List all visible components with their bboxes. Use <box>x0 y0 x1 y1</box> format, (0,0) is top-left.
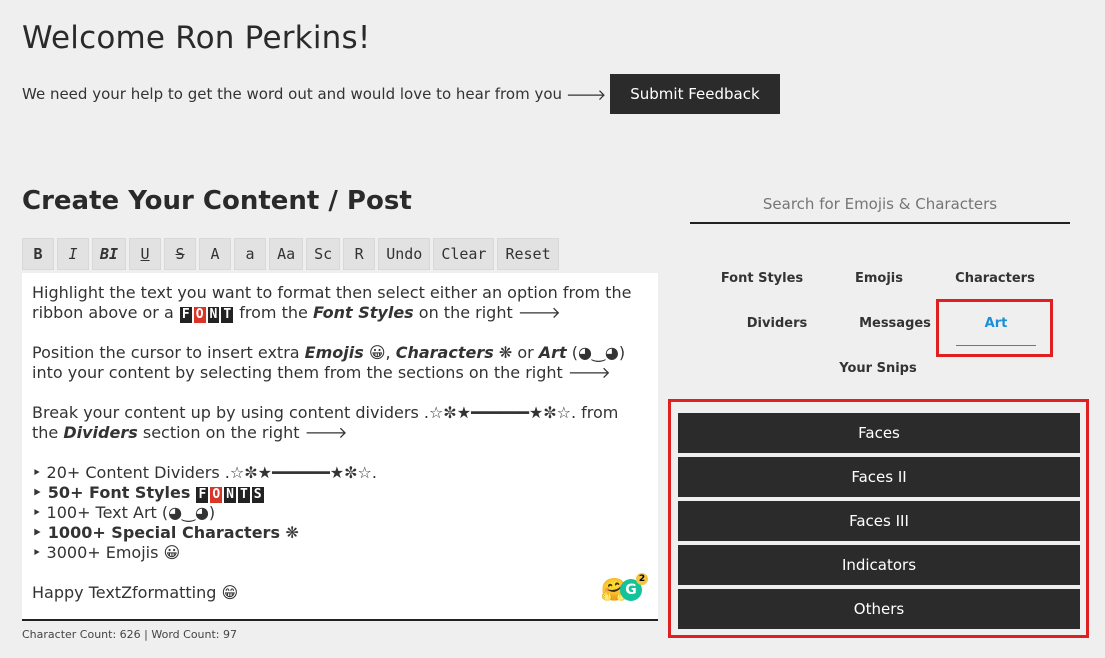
instruction-paragraph: Position the cursor to insert extra Emoj… <box>32 343 626 382</box>
art-category-faces-ii[interactable]: Faces II <box>678 457 1080 497</box>
underline-button[interactable]: U <box>129 238 162 270</box>
bold-italic-button[interactable]: BI <box>92 238 127 270</box>
art-tab-highlight <box>936 299 1053 357</box>
grammarly-icon[interactable]: G2 <box>620 573 648 601</box>
arrow-right-icon: 🡒 <box>566 85 607 104</box>
grammarly-count: 2 <box>636 573 648 585</box>
random-case-button[interactable]: R <box>343 238 376 270</box>
content-title: Create Your Content / Post <box>22 186 412 216</box>
instruction-paragraph: Highlight the text you want to format th… <box>32 283 632 323</box>
welcome-heading: Welcome Ron Perkins! <box>22 20 371 56</box>
list-item: ‣ 20+ Content Dividers .☆✼★━━━━━━★✼☆. <box>32 463 377 482</box>
instruction-paragraph: Break your content up by using content d… <box>32 403 619 442</box>
tab-font-styles[interactable]: Font Styles <box>707 271 817 286</box>
tab-dividers[interactable]: Dividers <box>722 316 832 331</box>
feature-list: ‣ 20+ Content Dividers .☆✼★━━━━━━★✼☆. ‣ … <box>32 463 648 563</box>
tab-characters[interactable]: Characters <box>940 271 1050 286</box>
font-letters: FONT <box>179 307 234 323</box>
undo-button[interactable]: Undo <box>378 238 431 270</box>
reset-button[interactable]: Reset <box>497 238 559 270</box>
tab-messages[interactable]: Messages <box>840 316 950 331</box>
bold-button[interactable]: B <box>22 238 54 270</box>
closing-line: Happy TextZformatting 😁 <box>32 583 239 602</box>
content-editor[interactable]: Highlight the text you want to format th… <box>22 273 658 621</box>
list-item: ‣ 3000+ Emojis 😀 <box>32 543 181 562</box>
list-item: ‣ 50+ Font Styles FONTS <box>32 483 264 503</box>
art-category-others[interactable]: Others <box>678 589 1080 629</box>
feedback-text: We need your help to get the word out an… <box>22 85 563 103</box>
sentence-case-button[interactable]: Sc <box>306 238 341 270</box>
emoji-search-input[interactable] <box>690 186 1070 224</box>
strikethrough-button[interactable]: S <box>164 238 197 270</box>
art-category-faces-iii[interactable]: Faces III <box>678 501 1080 541</box>
character-word-count: Character Count: 626 | Word Count: 97 <box>22 628 238 641</box>
list-item: ‣ 1000+ Special Characters ❋ <box>32 523 299 542</box>
list-item: ‣ 100+ Text Art (◕‿◕) <box>32 503 216 522</box>
italic-button[interactable]: I <box>57 238 89 270</box>
uppercase-button[interactable]: A <box>199 238 232 270</box>
tab-your-snips[interactable]: Your Snips <box>823 361 933 376</box>
submit-feedback-button[interactable]: Submit Feedback <box>610 74 780 114</box>
titlecase-button[interactable]: Aa <box>269 238 304 270</box>
format-toolbar: B I BI U S A a Aa Sc R Undo Clear Reset <box>22 238 559 270</box>
clear-button[interactable]: Clear <box>433 238 495 270</box>
feedback-prompt: We need your help to get the word out an… <box>22 74 780 114</box>
art-category-faces[interactable]: Faces <box>678 413 1080 453</box>
tab-emojis[interactable]: Emojis <box>824 271 934 286</box>
lowercase-button[interactable]: a <box>234 238 267 270</box>
art-category-indicators[interactable]: Indicators <box>678 545 1080 585</box>
